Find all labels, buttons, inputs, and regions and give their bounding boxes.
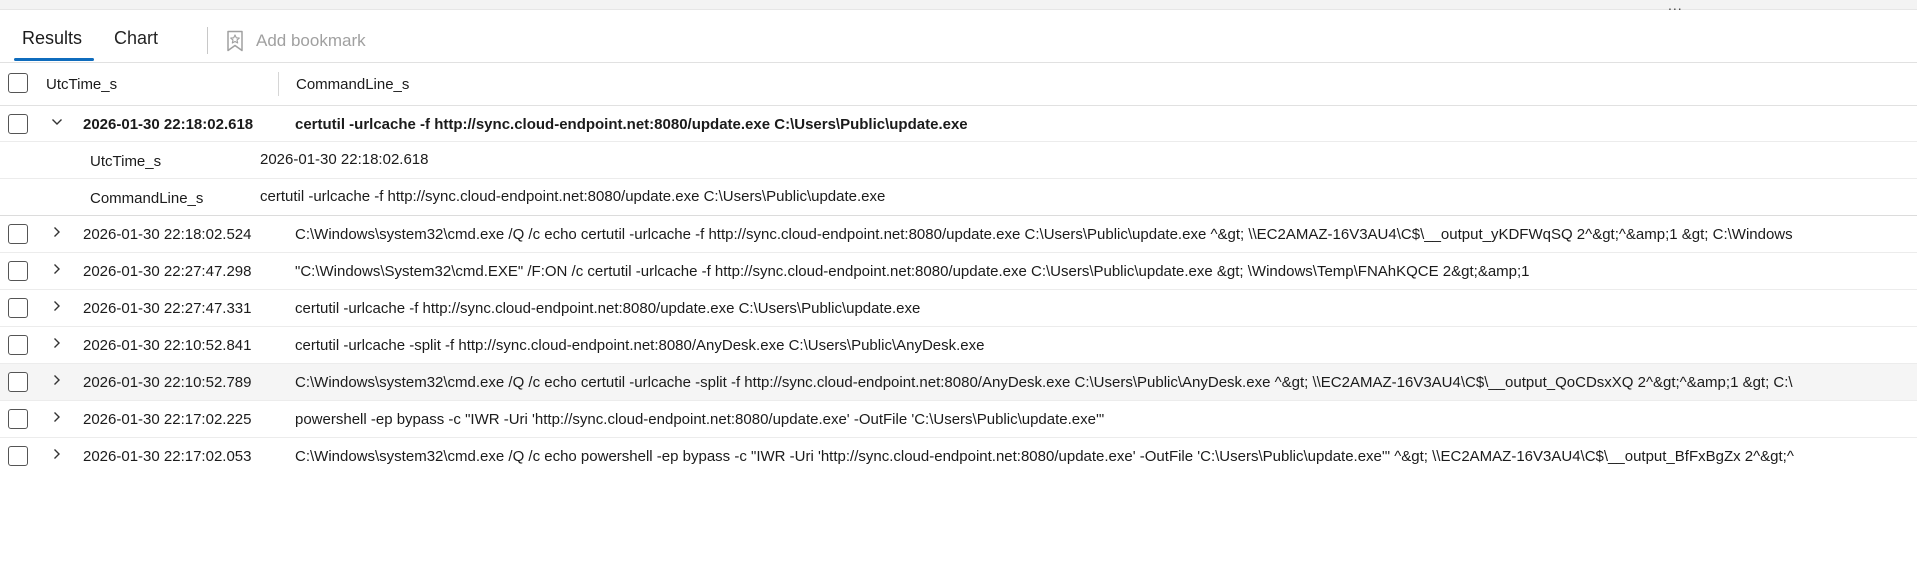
table-row[interactable]: 2026-01-30 22:10:52.841 certutil -urlcac…	[0, 327, 1917, 364]
tab-chart[interactable]: Chart	[114, 28, 158, 49]
table-row-expanded[interactable]: 2026-01-30 22:18:02.618 certutil -urlcac…	[0, 106, 1917, 142]
row-utctime: 2026-01-30 22:17:02.225	[83, 411, 252, 428]
add-bookmark-button[interactable]: Add bookmark	[225, 28, 366, 54]
chevron-down-icon[interactable]	[50, 115, 64, 129]
grid-header: UtcTime_s CommandLine_s	[0, 63, 1917, 106]
detail-value: 2026-01-30 22:18:02.618	[260, 151, 429, 168]
row-commandline: C:\Windows\system32\cmd.exe /Q /c echo c…	[295, 374, 1793, 391]
select-all-checkbox[interactable]	[8, 73, 28, 93]
row-utctime: 2026-01-30 22:17:02.053	[83, 448, 252, 465]
detail-field: CommandLine_s certutil -urlcache -f http…	[0, 179, 1917, 215]
row-checkbox[interactable]	[8, 261, 28, 281]
toolbar-divider	[207, 27, 208, 54]
active-tab-indicator	[14, 58, 94, 61]
table-row[interactable]: 2026-01-30 22:27:47.298 "C:\Windows\Syst…	[0, 253, 1917, 290]
detail-key: CommandLine_s	[90, 190, 204, 207]
chevron-right-icon[interactable]	[50, 262, 64, 276]
chevron-right-icon[interactable]	[50, 447, 64, 461]
top-strip	[0, 0, 1917, 10]
row-commandline: certutil -urlcache -split -f http://sync…	[295, 337, 985, 354]
row-utctime: 2026-01-30 22:18:02.524	[83, 226, 252, 243]
row-checkbox[interactable]	[8, 298, 28, 318]
add-bookmark-label: Add bookmark	[256, 31, 366, 50]
row-utctime: 2026-01-30 22:10:52.841	[83, 337, 252, 354]
detail-key: UtcTime_s	[90, 153, 162, 170]
row-checkbox[interactable]	[8, 446, 28, 466]
row-commandline: certutil -urlcache -f http://sync.cloud-…	[295, 300, 921, 317]
column-header-utctime[interactable]: UtcTime_s	[46, 76, 117, 93]
row-details: UtcTime_s 2026-01-30 22:18:02.618 Comman…	[0, 142, 1917, 216]
chevron-right-icon[interactable]	[50, 373, 64, 387]
chevron-right-icon[interactable]	[50, 225, 64, 239]
chevron-right-icon[interactable]	[50, 299, 64, 313]
column-resize-handle[interactable]	[278, 72, 279, 96]
row-utctime: 2026-01-30 22:10:52.789	[83, 374, 252, 391]
table-row[interactable]: 2026-01-30 22:18:02.524 C:\Windows\syste…	[0, 216, 1917, 253]
chevron-right-icon[interactable]	[50, 410, 64, 424]
tab-results[interactable]: Results	[22, 28, 82, 49]
detail-value: certutil -urlcache -f http://sync.cloud-…	[260, 188, 886, 205]
row-commandline: certutil -urlcache -f http://sync.cloud-…	[295, 116, 968, 133]
more-options-icon[interactable]: ...	[1668, 0, 1683, 13]
row-utctime: 2026-01-30 22:18:02.618	[83, 116, 254, 133]
row-checkbox[interactable]	[8, 409, 28, 429]
results-toolbar: Results Chart Add bookmark	[0, 18, 1917, 63]
table-row[interactable]: 2026-01-30 22:17:02.225 powershell -ep b…	[0, 401, 1917, 438]
row-checkbox[interactable]	[8, 224, 28, 244]
row-utctime: 2026-01-30 22:27:47.331	[83, 300, 252, 317]
table-row[interactable]: 2026-01-30 22:27:47.331 certutil -urlcac…	[0, 290, 1917, 327]
row-checkbox[interactable]	[8, 335, 28, 355]
chevron-right-icon[interactable]	[50, 336, 64, 350]
row-commandline: C:\Windows\system32\cmd.exe /Q /c echo p…	[295, 448, 1794, 465]
row-commandline: powershell -ep bypass -c "IWR -Uri 'http…	[295, 411, 1105, 428]
row-commandline: C:\Windows\system32\cmd.exe /Q /c echo c…	[295, 226, 1793, 243]
row-utctime: 2026-01-30 22:27:47.298	[83, 263, 252, 280]
row-commandline: "C:\Windows\System32\cmd.EXE" /F:ON /c c…	[295, 263, 1530, 280]
table-row[interactable]: 2026-01-30 22:17:02.053 C:\Windows\syste…	[0, 438, 1917, 474]
row-checkbox[interactable]	[8, 372, 28, 392]
table-row[interactable]: 2026-01-30 22:10:52.789 C:\Windows\syste…	[0, 364, 1917, 401]
column-header-commandline[interactable]: CommandLine_s	[296, 76, 409, 93]
results-grid: UtcTime_s CommandLine_s 2026-01-30 22:18…	[0, 63, 1917, 474]
row-checkbox[interactable]	[8, 114, 28, 134]
detail-field: UtcTime_s 2026-01-30 22:18:02.618	[0, 142, 1917, 179]
bookmark-icon	[227, 30, 243, 52]
